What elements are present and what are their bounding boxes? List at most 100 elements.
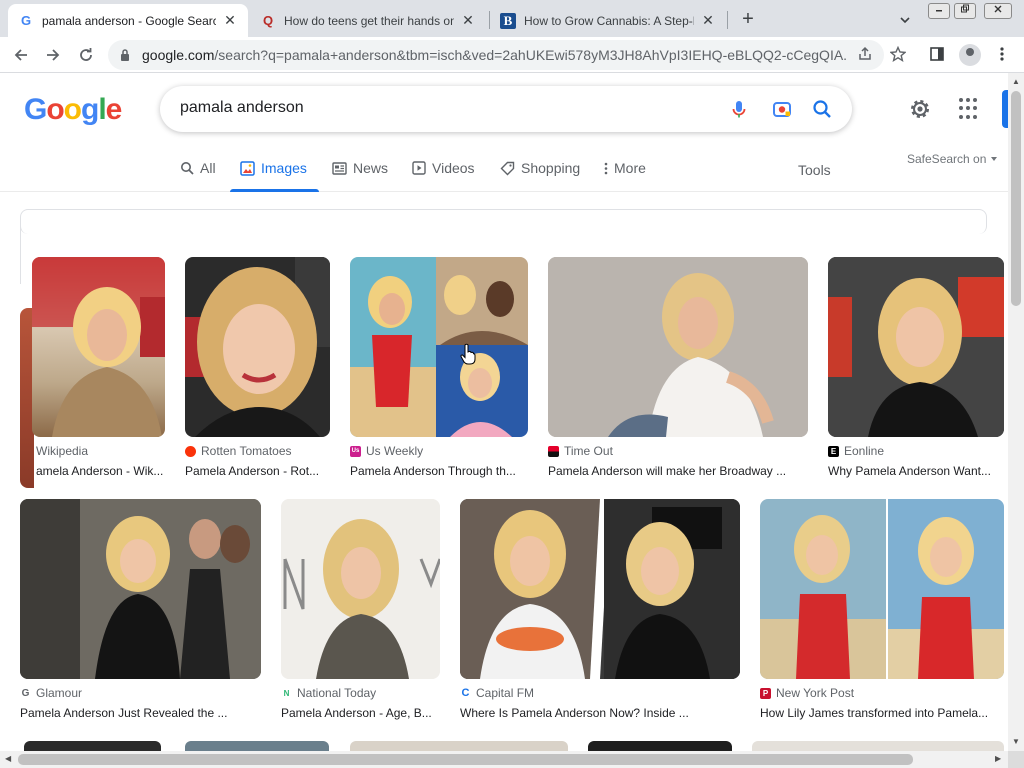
close-tab-icon[interactable]: ✕	[222, 12, 238, 29]
logo-letter: o	[46, 93, 64, 126]
site-favicon-icon: B	[500, 12, 516, 29]
result-source-name: Eonline	[844, 444, 885, 458]
logo-letter: G	[24, 93, 47, 126]
tab-images[interactable]: Images	[240, 160, 307, 176]
browser-tab-google-search[interactable]: G pamala anderson - Google Searc ✕	[8, 4, 248, 37]
restore-button[interactable]	[954, 3, 976, 19]
minimize-button[interactable]	[928, 3, 950, 19]
close-tab-icon[interactable]: ✕	[700, 12, 716, 29]
settings-gear-icon[interactable]	[907, 96, 933, 122]
result-thumbnail-wikipedia[interactable]	[32, 257, 165, 437]
browser-toolbar: google.com/search?q=pamala+anderson&tbm=…	[0, 37, 1024, 73]
close-icon	[994, 5, 1002, 13]
bookmark-button[interactable]	[889, 45, 907, 64]
browser-menu-button[interactable]	[992, 46, 1012, 66]
result-thumbnail-rotten-tomatoes[interactable]	[185, 257, 330, 437]
profile-avatar[interactable]	[959, 44, 981, 66]
result-source[interactable]: G Glamour	[20, 686, 82, 700]
google-apps-icon[interactable]	[959, 98, 981, 120]
search-input[interactable]: pamala anderson	[180, 99, 304, 117]
result-source-name: National Today	[297, 686, 377, 700]
result-thumbnail-capital-fm[interactable]	[460, 499, 740, 679]
url-host: google.com	[142, 47, 215, 63]
result-thumbnail-eonline[interactable]	[828, 257, 1004, 437]
scroll-down-arrow-icon[interactable]: ▼	[1012, 737, 1020, 746]
result-caption[interactable]: Pamela Anderson will make her Broadway .…	[548, 464, 808, 478]
result-caption[interactable]: Why Pamela Anderson Want...	[828, 464, 998, 478]
tools-button[interactable]: Tools	[798, 162, 831, 178]
reload-button[interactable]	[74, 43, 98, 67]
result-caption[interactable]: Pamela Anderson Through th...	[350, 464, 528, 478]
vertical-scrollbar[interactable]: ▲ ▼	[1008, 73, 1024, 751]
search-icon[interactable]	[811, 98, 833, 120]
microphone-icon[interactable]	[728, 98, 750, 120]
logo-letter: l	[98, 93, 106, 126]
result-source[interactable]: N National Today	[281, 686, 376, 700]
tab-search-button[interactable]	[895, 10, 915, 30]
vertical-scroll-thumb[interactable]	[1011, 91, 1021, 306]
result-source[interactable]: E Eonline	[828, 444, 884, 458]
forward-button[interactable]	[41, 43, 65, 67]
result-source[interactable]: Time Out	[548, 444, 613, 458]
tab-all[interactable]: All	[180, 160, 216, 176]
quora-favicon-icon: Q	[262, 13, 274, 28]
tab-videos[interactable]: Videos	[412, 160, 475, 176]
scroll-right-arrow-icon[interactable]: ▶	[995, 754, 1001, 763]
url-text[interactable]: google.com/search?q=pamala+anderson&tbm=…	[142, 47, 848, 63]
photo-collage-red-swimsuit-icon	[350, 257, 528, 437]
tag-icon	[500, 161, 515, 175]
tab-title: How do teens get their hands on	[284, 13, 454, 28]
hand-cursor-icon	[460, 343, 476, 365]
result-thumbnail-new-york-post[interactable]	[760, 499, 1004, 679]
horizontal-scrollbar[interactable]: ◀ ▶	[0, 751, 1008, 768]
new-york-post-favicon-icon: P	[760, 687, 771, 699]
result-source[interactable]: Wikipedia	[36, 444, 88, 458]
camera-lens-icon[interactable]	[771, 98, 793, 120]
result-caption[interactable]: amela Anderson - Wik...	[36, 464, 165, 478]
tab-news[interactable]: News	[332, 160, 388, 176]
result-source-name: Rotten Tomatoes	[201, 444, 292, 458]
result-caption[interactable]: Pamela Anderson Just Revealed the ...	[20, 706, 261, 720]
result-source[interactable]: Rotten Tomatoes	[185, 444, 292, 458]
tab-title: How to Grow Cannabis: A Step-B	[524, 13, 694, 28]
scroll-left-arrow-icon[interactable]: ◀	[5, 754, 11, 763]
tab-shopping[interactable]: Shopping	[500, 160, 580, 176]
side-panel-icon	[930, 47, 944, 61]
safesearch-toggle[interactable]: SafeSearch on	[907, 152, 998, 166]
result-caption[interactable]: Where Is Pamela Anderson Now? Inside ...	[460, 706, 740, 720]
logo-letter: o	[63, 93, 82, 126]
result-thumbnail-glamour[interactable]	[20, 499, 261, 679]
result-source[interactable]: P New York Post	[760, 686, 854, 700]
tab-more[interactable]: More	[604, 160, 646, 176]
result-thumbnail-us-weekly[interactable]	[350, 257, 528, 437]
google-logo[interactable]: Google	[24, 93, 123, 127]
search-box[interactable]: pamala anderson	[160, 86, 852, 132]
result-source-name: Us Weekly	[366, 444, 424, 458]
result-caption[interactable]: Pamela Anderson - Rot...	[185, 464, 330, 478]
scroll-up-arrow-icon[interactable]: ▲	[1012, 77, 1020, 86]
browser-tab-quora[interactable]: Q How do teens get their hands on ✕	[250, 4, 486, 37]
news-icon	[332, 161, 347, 175]
result-thumbnail-national-today[interactable]	[281, 499, 440, 679]
result-thumbnail-time-out[interactable]	[548, 257, 808, 437]
new-tab-button[interactable]: +	[736, 8, 760, 32]
close-window-button[interactable]	[984, 3, 1012, 19]
related-searches-chips[interactable]	[20, 209, 987, 234]
side-panel-button[interactable]	[927, 46, 947, 66]
result-source[interactable]: C Capital FM	[460, 686, 534, 700]
back-button[interactable]	[9, 43, 33, 67]
close-tab-icon[interactable]: ✕	[460, 12, 476, 29]
browser-tab-cannabis[interactable]: B How to Grow Cannabis: A Step-B ✕	[490, 4, 726, 37]
result-source[interactable]: Us Us Weekly	[350, 444, 423, 458]
address-bar[interactable]: google.com/search?q=pamala+anderson&tbm=…	[108, 40, 884, 70]
safesearch-label: SafeSearch on	[907, 152, 987, 166]
result-caption[interactable]: Pamela Anderson - Age, B...	[281, 706, 440, 720]
result-caption[interactable]: How Lily James transformed into Pamela..…	[760, 706, 1000, 720]
logo-letter: e	[105, 93, 123, 126]
lock-icon[interactable]	[120, 48, 130, 62]
tab-label: Images	[261, 160, 307, 176]
share-button[interactable]	[856, 46, 874, 64]
national-today-favicon-icon: N	[281, 687, 292, 699]
tab-label: More	[614, 160, 646, 176]
horizontal-scroll-thumb[interactable]	[18, 754, 913, 765]
